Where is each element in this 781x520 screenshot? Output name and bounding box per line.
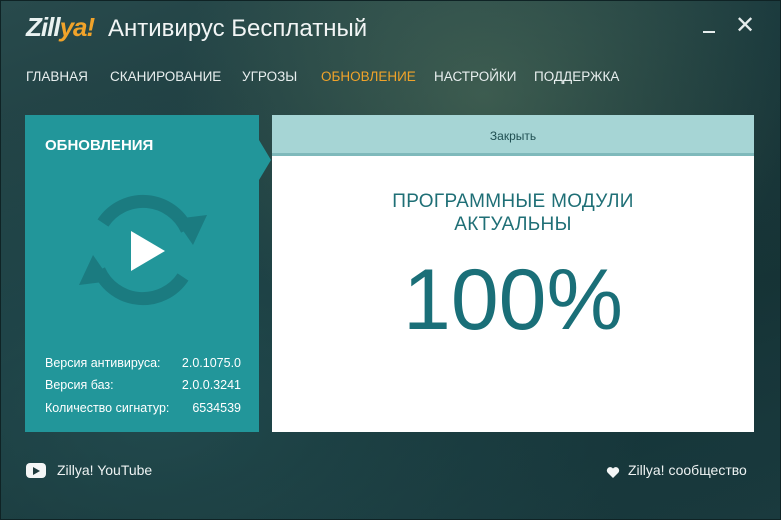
panel-title: ОБНОВЛЕНИЯ [45,137,154,154]
database-version-label: Версия баз: [45,378,114,392]
zillya-logo: Zillya! [26,12,96,43]
antivirus-version-label: Версия антивируса: [45,356,161,370]
nav-item-threats[interactable]: УГРОЗЫ [242,69,297,84]
nav-item-settings[interactable]: НАСТРОЙКИ [434,69,516,84]
database-version-value: 2.0.0.3241 [181,378,241,392]
antivirus-version-value: 2.0.1075.0 [181,356,241,370]
minimize-button[interactable] [696,14,722,40]
heart-icon[interactable] [606,466,620,479]
nav-item-scan[interactable]: СКАНИРОВАНИЕ [110,69,221,84]
status-message-line1: ПРОГРАММНЫЕ МОДУЛИ [392,191,634,212]
panel-pointer-arrow [259,140,271,180]
close-panel-button[interactable]: Закрыть [272,115,754,156]
update-play-icon[interactable] [75,185,211,315]
youtube-icon[interactable] [26,463,46,478]
close-panel-label: Закрыть [489,129,537,143]
app-title: Антивирус Бесплатный [108,15,368,42]
update-info-panel: ОБНОВЛЕНИЯ Версия антивируса: 2.0.1075.0… [25,115,259,432]
youtube-link[interactable]: Zillya! YouTube [57,462,152,478]
signature-count-value: 6534539 [192,401,241,415]
community-link[interactable]: Zillya! сообщество [628,462,747,478]
close-icon: ✕ [734,12,756,39]
close-button[interactable]: ✕ [732,14,758,40]
logo-text-main: Zill [26,12,61,42]
update-percent: 100% [403,252,623,348]
nav-item-main[interactable]: ГЛАВНАЯ [26,69,88,84]
title-bar: Zillya! Антивирус Бесплатный ✕ [0,0,781,56]
logo-text-accent: ya! [59,12,96,42]
update-status-panel: Закрыть ПРОГРАММНЫЕ МОДУЛИ АКТУАЛЬНЫ 100… [272,115,754,432]
status-message-line2: АКТУАЛЬНЫ [454,214,572,235]
minimize-icon [703,31,715,33]
nav-item-support[interactable]: ПОДДЕРЖКА [534,69,619,84]
signature-count-label: Количество сигнатур: [45,401,170,415]
nav-item-update[interactable]: ОБНОВЛЕНИЕ [321,69,416,84]
